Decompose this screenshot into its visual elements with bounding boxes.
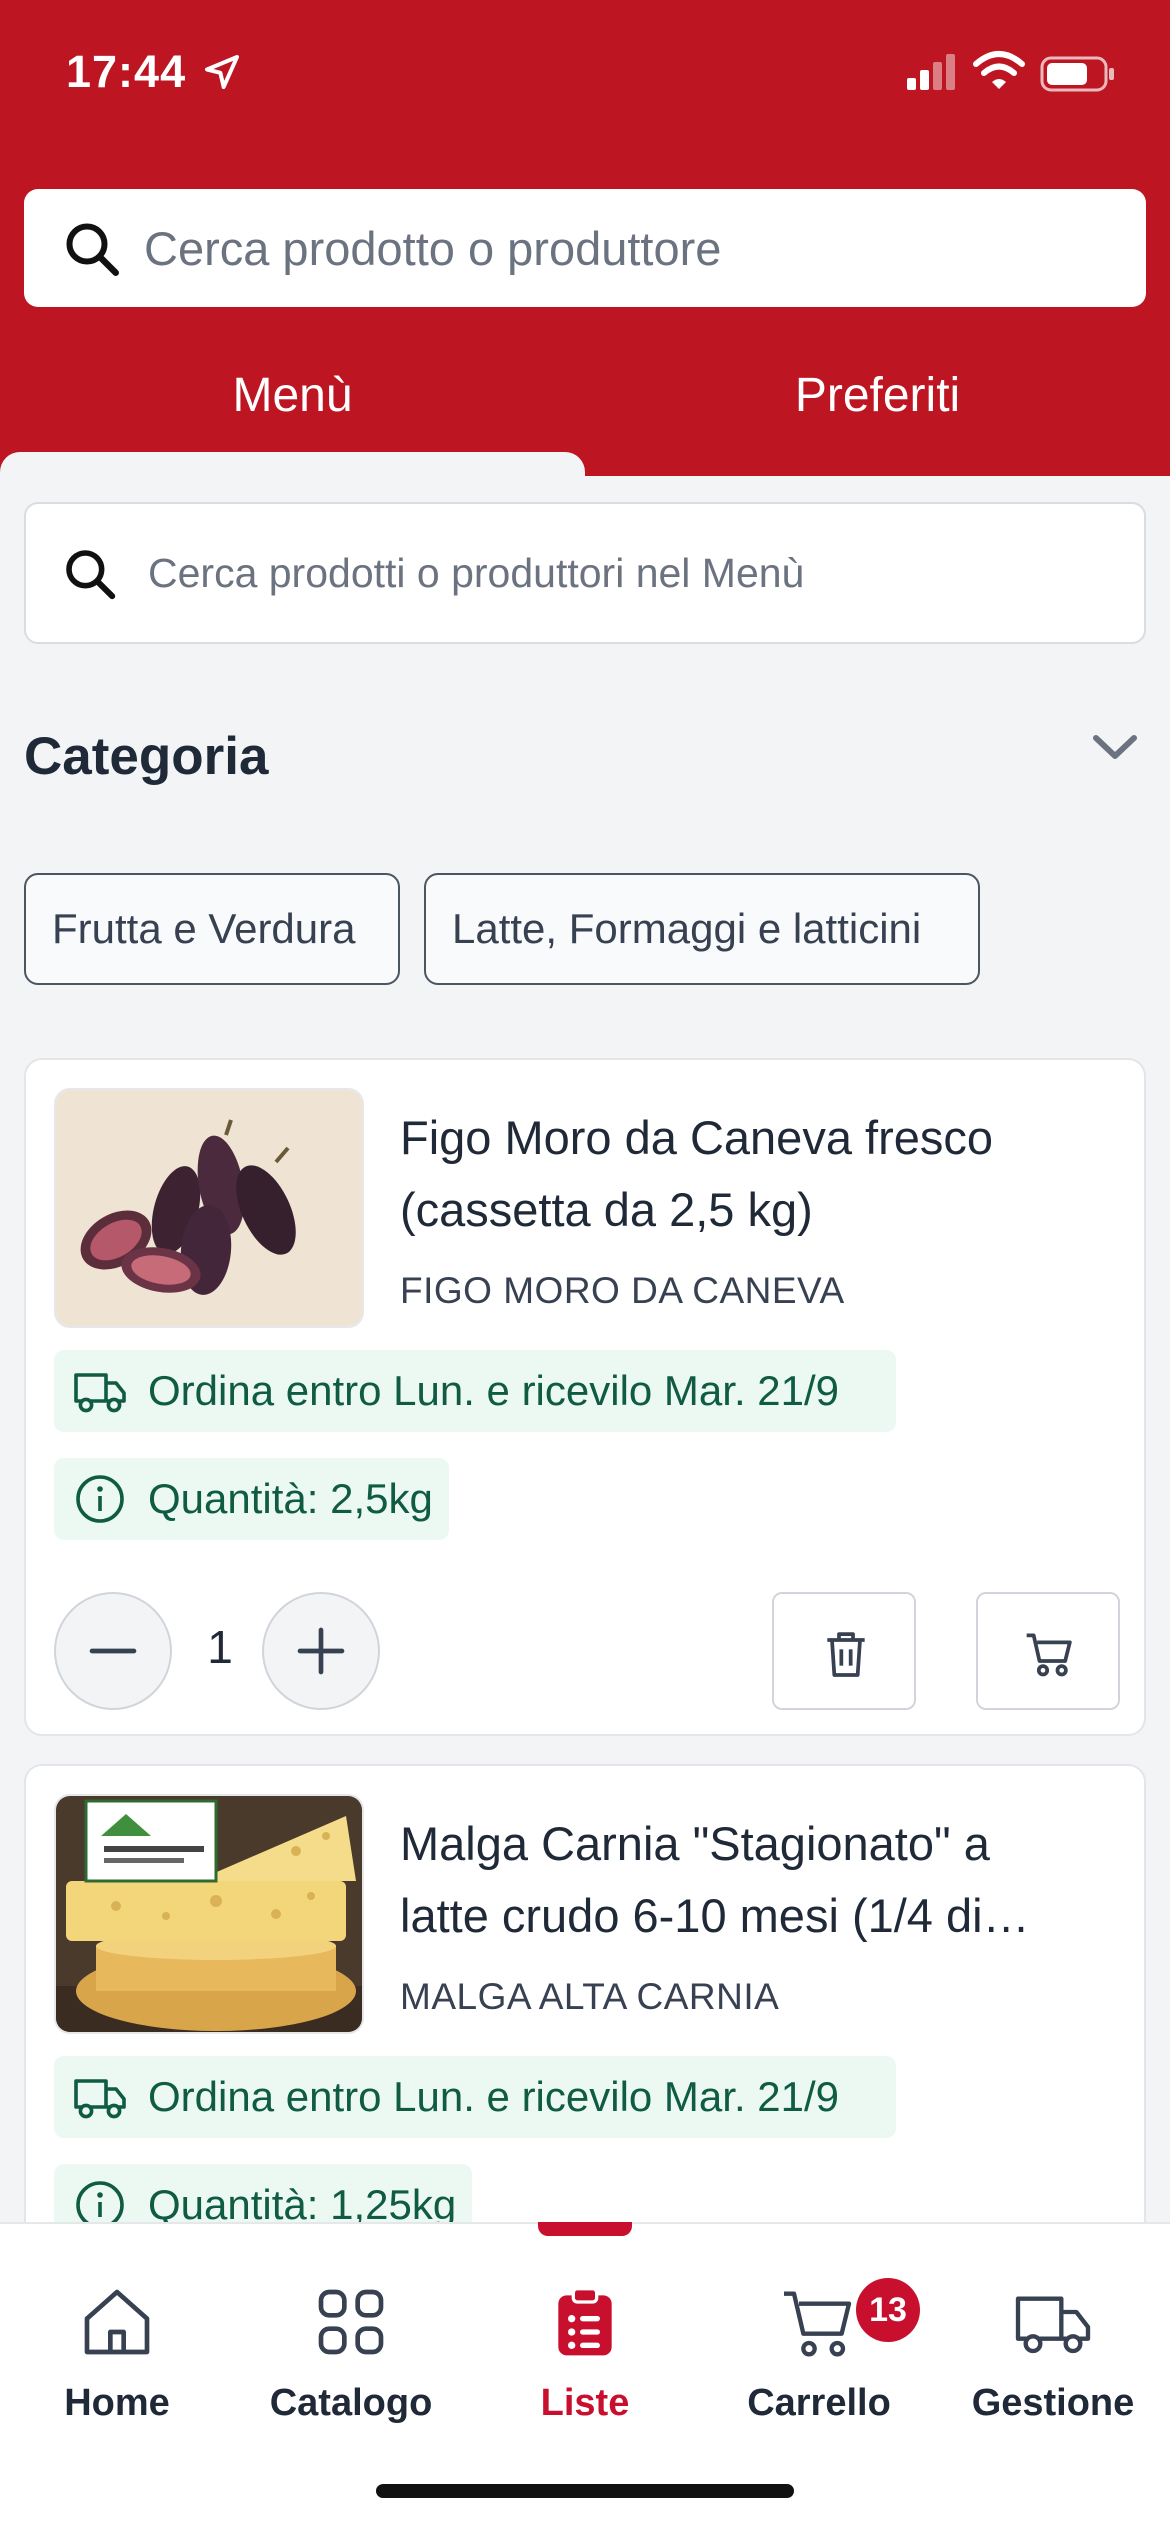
category-chip-frutta-verdura[interactable]: Frutta e Verdura — [24, 873, 400, 985]
menu-search-input[interactable]: Cerca prodotti o produttori nel Menù — [24, 502, 1146, 644]
location-arrow-icon — [205, 55, 239, 89]
nav-catalogo-label: Catalogo — [269, 2382, 433, 2424]
wifi-icon — [973, 51, 1025, 89]
product-card[interactable]: Figo Moro da Caneva fresco (cassetta da … — [24, 1058, 1146, 1736]
plus-icon — [297, 1627, 345, 1675]
cart-icon — [1026, 1633, 1072, 1677]
product-image-figs — [54, 1088, 364, 1328]
truck-icon — [1015, 2296, 1091, 2354]
decrease-quantity-button[interactable] — [54, 1592, 172, 1710]
delivery-info: Ordina entro Lun. e ricevilo Mar. 21/9 — [54, 1350, 896, 1432]
chevron-down-icon[interactable] — [1090, 728, 1140, 768]
status-bar: 17:44 — [0, 0, 1170, 150]
nav-gestione[interactable]: Gestione — [936, 2224, 1170, 2444]
status-time: 17:44 — [66, 46, 187, 97]
tab-preferiti[interactable]: Preferiti — [585, 368, 1170, 423]
home-indicator — [376, 2484, 794, 2498]
active-tab-indicator — [0, 452, 585, 482]
quantity-info: Quantità: 2,5kg — [54, 1458, 449, 1540]
remove-from-list-button[interactable] — [772, 1592, 916, 1710]
quantity-text: Quantità: 2,5kg — [148, 1475, 433, 1522]
product-producer: FIGO MORO DA CANEVA — [400, 1270, 845, 1311]
delivery-text: Ordina entro Lun. e ricevilo Mar. 21/9 — [148, 1367, 840, 1414]
search-icon — [66, 550, 116, 600]
global-search-placeholder: Cerca prodotto o produttore — [144, 222, 722, 275]
nav-liste[interactable]: Liste — [468, 2224, 702, 2444]
cart-icon — [784, 2291, 852, 2357]
battery-icon — [1040, 56, 1114, 92]
app-header: 17:44 Cerca prodotto o produttore Menù P — [0, 0, 1170, 482]
category-chip-latte-formaggi[interactable]: Latte, Formaggi e latticini — [424, 873, 980, 985]
quantity-value: 1 — [207, 1621, 233, 1673]
nav-home[interactable]: Home — [0, 2224, 234, 2444]
grid-icon — [318, 2289, 384, 2355]
delivery-info: Ordina entro Lun. e ricevilo Mar. 21/9 — [54, 2056, 896, 2138]
cart-count-badge: 13 — [856, 2278, 920, 2342]
menu-search-placeholder: Cerca prodotti o produttori nel Menù — [148, 550, 805, 596]
nav-carrello[interactable]: 13 Carrello — [702, 2224, 936, 2444]
nav-catalogo[interactable]: Catalogo — [234, 2224, 468, 2444]
cellular-signal-icon — [907, 54, 955, 90]
nav-liste-label: Liste — [540, 2382, 630, 2424]
category-heading: Categoria — [24, 727, 269, 786]
nav-home-label: Home — [64, 2382, 170, 2424]
nav-carrello-label: Carrello — [747, 2382, 891, 2424]
product-title-line-2: latte crudo 6-10 mesi (1/4 di… — [400, 1889, 1030, 1942]
minus-icon — [89, 1648, 137, 1654]
truck-icon — [74, 1373, 126, 1413]
info-icon — [76, 1475, 124, 1523]
home-icon — [84, 2289, 150, 2355]
increase-quantity-button[interactable] — [262, 1592, 380, 1710]
product-producer: MALGA ALTA CARNIA — [400, 1976, 780, 2017]
trash-icon — [827, 1632, 865, 1677]
product-title[interactable]: Malga Carnia "Stagionato" a latte crudo … — [400, 1808, 1120, 1952]
clipboard-list-icon — [558, 2287, 612, 2356]
product-title[interactable]: Figo Moro da Caneva fresco (cassetta da … — [400, 1102, 1120, 1246]
product-title-line-1: Malga Carnia "Stagionato" a — [400, 1817, 990, 1870]
product-image-cheese — [54, 1794, 364, 2034]
add-to-cart-button[interactable] — [976, 1592, 1120, 1710]
global-search-input[interactable]: Cerca prodotto o produttore — [24, 189, 1146, 307]
quantity-text: Quantità: 1,25kg — [148, 2181, 457, 2228]
search-icon — [66, 223, 119, 276]
delivery-text: Ordina entro Lun. e ricevilo Mar. 21/9 — [148, 2073, 840, 2120]
tab-menu[interactable]: Menù — [0, 368, 585, 423]
nav-gestione-label: Gestione — [971, 2382, 1135, 2424]
truck-icon — [74, 2079, 126, 2119]
